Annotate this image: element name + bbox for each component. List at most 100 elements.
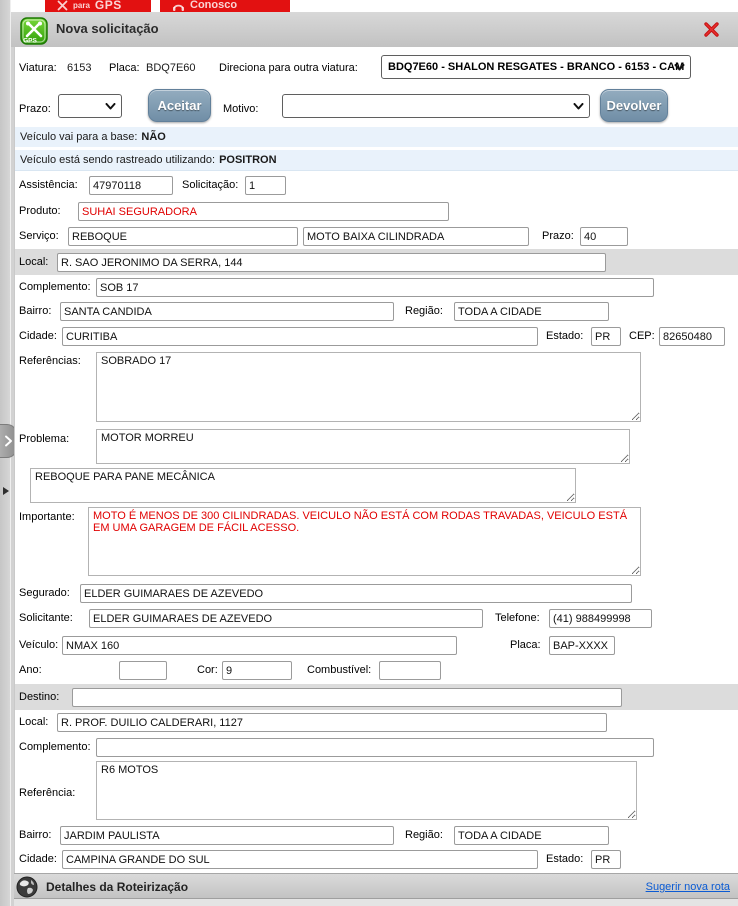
chevron-right-icon	[4, 435, 13, 447]
local-destino-label: Local:	[19, 716, 48, 728]
assistencia-input[interactable]	[89, 176, 173, 195]
referencias-origem-textarea[interactable]: SOBRADO 17	[96, 352, 641, 422]
window-title-bar: GPS Nova solicitação	[11, 12, 738, 47]
aceitar-button-label: Aceitar	[157, 98, 201, 113]
notice-base-value: NÃO	[141, 131, 165, 143]
local-origem-label: Local:	[19, 256, 48, 268]
problema-textarea[interactable]: MOTOR MORREU	[96, 429, 630, 464]
tab-gps[interactable]: para GPS	[45, 0, 151, 12]
sugerir-nova-rota-link[interactable]: Sugerir nova rota	[646, 881, 730, 893]
regiao-origem-label: Região:	[405, 305, 443, 317]
estado-origem-label: Estado:	[546, 330, 583, 342]
motivo-select[interactable]	[282, 94, 590, 118]
cidade-origem-label: Cidade:	[19, 330, 57, 342]
placa-veiculo-label: Placa:	[510, 639, 541, 651]
referencia-destino-textarea[interactable]: R6 MOTOS	[96, 761, 637, 820]
problema-detalhe-textarea[interactable]: REBOQUE PARA PANE MECÂNICA	[30, 468, 576, 503]
local-origem-input[interactable]	[57, 253, 606, 272]
close-icon[interactable]	[703, 21, 720, 38]
complemento-origem-input[interactable]	[96, 278, 654, 297]
ano-input[interactable]	[119, 661, 167, 680]
combustivel-label: Combustível:	[307, 664, 371, 676]
svg-text:GPS: GPS	[23, 38, 37, 45]
tab-gps-label-small: para	[73, 1, 90, 10]
referencia-destino-label: Referência:	[19, 787, 75, 799]
viatura-value: 6153	[67, 62, 91, 74]
telefone-label: Telefone:	[495, 612, 540, 624]
local-destino-input[interactable]	[57, 713, 607, 732]
importante-textarea[interactable]: MOTO É MENOS DE 300 CILINDRADAS. VEICULO…	[88, 507, 641, 576]
cor-label: Cor:	[197, 664, 218, 676]
regiao-destino-input[interactable]	[454, 826, 609, 845]
dispatch-window: para GPS Conosco GPS Nova solicitação	[0, 0, 738, 906]
complemento-destino-label: Complemento:	[19, 741, 91, 753]
segurado-label: Segurado:	[19, 587, 70, 599]
gps-app-icon: GPS	[20, 17, 48, 45]
prazo-input[interactable]	[580, 227, 628, 246]
cidade-destino-label: Cidade:	[19, 853, 57, 865]
chevron-down-icon	[674, 64, 685, 71]
combustivel-input[interactable]	[379, 661, 441, 680]
destino-label: Destino:	[19, 691, 59, 703]
importante-label: Importante:	[19, 511, 75, 523]
referencias-origem-label: Referências:	[19, 355, 81, 367]
solicitacao-label: Solicitação:	[182, 179, 238, 191]
estado-destino-label: Estado:	[546, 853, 583, 865]
veiculo-input[interactable]	[62, 636, 457, 655]
ano-label: Ano:	[19, 664, 42, 676]
regiao-destino-label: Região:	[405, 829, 443, 841]
regiao-origem-input[interactable]	[454, 302, 609, 321]
cep-origem-input[interactable]	[659, 327, 725, 346]
direciona-selected-value: BDQ7E60 - SHALON RESGATES - BRANCO - 615…	[388, 61, 684, 73]
tab-conosco[interactable]: Conosco	[160, 0, 290, 12]
bairro-destino-label: Bairro:	[19, 829, 51, 841]
cidade-destino-input[interactable]	[62, 850, 538, 869]
globe-icon	[16, 876, 38, 898]
request-form-panel: Viatura: 6153 Placa: BDQ7E60 Direciona p…	[14, 47, 738, 873]
chevron-down-icon	[573, 103, 584, 110]
destino-input[interactable]	[72, 688, 622, 707]
cor-input[interactable]	[222, 661, 292, 680]
tools-icon	[57, 0, 68, 11]
bairro-destino-input[interactable]	[60, 826, 394, 845]
prazo-select[interactable]	[58, 94, 122, 118]
notice-base: Veículo vai para a base: NÃO	[15, 127, 738, 148]
produto-label: Produto:	[19, 205, 61, 217]
notice-rastreio: Veículo está sendo rastreado utilizando:…	[15, 150, 738, 171]
notice-base-label: Veículo vai para a base:	[20, 131, 137, 143]
notice-rastreio-label: Veículo está sendo rastreado utilizando:	[20, 154, 215, 166]
bairro-origem-input[interactable]	[60, 302, 394, 321]
complemento-origem-label: Complemento:	[19, 281, 91, 293]
notice-rastreio-value: POSITRON	[219, 154, 276, 166]
telefone-input[interactable]	[549, 609, 652, 628]
viatura-label: Viatura:	[19, 62, 57, 74]
aceitar-button[interactable]: Aceitar	[148, 89, 211, 122]
direciona-label: Direciona para outra viatura:	[219, 62, 358, 74]
cep-origem-label: CEP:	[629, 330, 655, 342]
complemento-destino-input[interactable]	[96, 738, 654, 757]
direciona-select[interactable]: BDQ7E60 - SHALON RESGATES - BRANCO - 615…	[381, 55, 691, 79]
segurado-input[interactable]	[80, 584, 632, 603]
estado-destino-input[interactable]	[591, 850, 621, 869]
chevron-down-icon	[105, 103, 116, 110]
solicitante-label: Solicitante:	[19, 612, 73, 624]
cidade-origem-input[interactable]	[62, 327, 538, 346]
devolver-button[interactable]: Devolver	[600, 89, 668, 122]
veiculo-label: Veículo:	[19, 639, 58, 651]
bottom-strip	[14, 899, 738, 906]
servico-detalhe-input[interactable]	[303, 227, 529, 246]
prazo-aceite-label: Prazo:	[19, 103, 51, 115]
expand-arrow-icon[interactable]	[3, 487, 9, 495]
estado-origem-input[interactable]	[591, 327, 621, 346]
solicitante-input[interactable]	[89, 609, 483, 628]
tab-conosco-label: Conosco	[190, 0, 237, 11]
solicitacao-input[interactable]	[245, 176, 286, 195]
servico-tipo-input[interactable]	[68, 227, 298, 246]
placa-veiculo-input[interactable]	[549, 636, 615, 655]
servico-label: Serviço:	[19, 230, 59, 242]
top-tab-strip: para GPS Conosco	[11, 0, 738, 12]
produto-input[interactable]	[78, 202, 449, 221]
assistencia-label: Assistência:	[19, 179, 78, 191]
motivo-label: Motivo:	[223, 103, 258, 115]
tab-gps-label: GPS	[95, 0, 122, 12]
